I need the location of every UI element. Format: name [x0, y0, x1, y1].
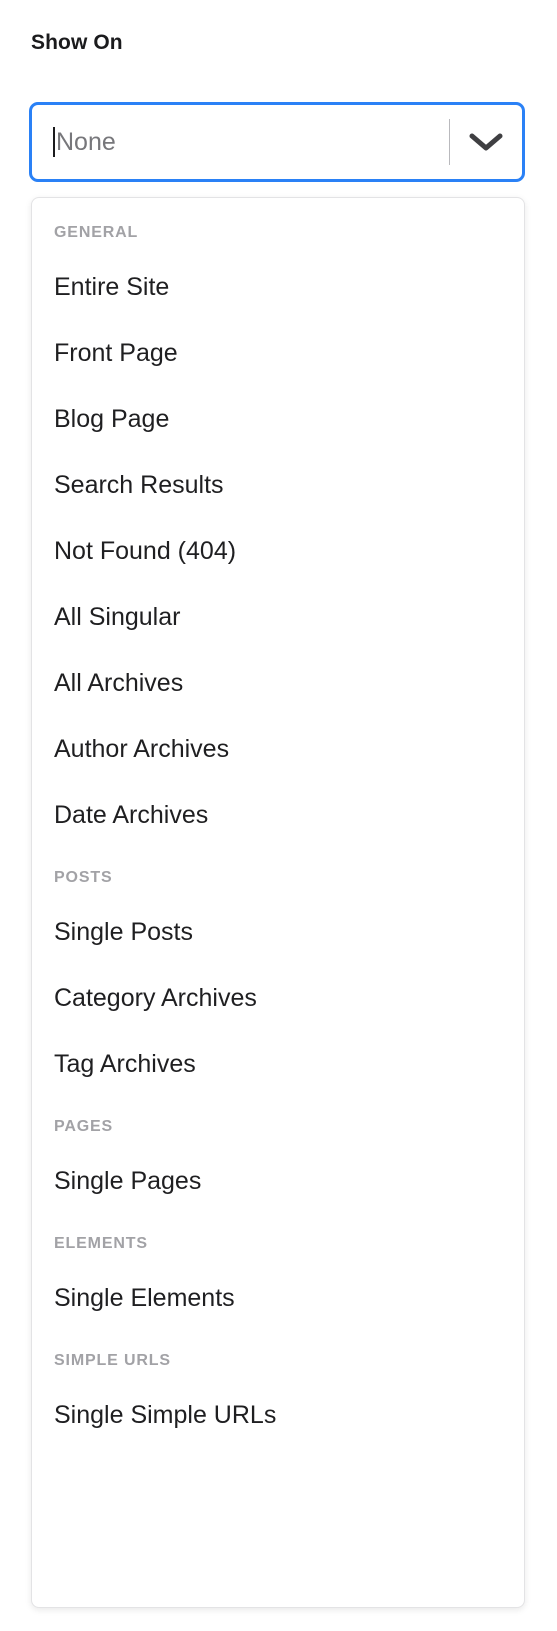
option-search-results[interactable]: Search Results: [32, 465, 524, 505]
group-body-posts: Single Posts Category Archives Tag Archi…: [32, 912, 524, 1084]
option-author-archives[interactable]: Author Archives: [32, 729, 524, 769]
group-header-pages: PAGES: [54, 1118, 114, 1135]
option-not-found-404[interactable]: Not Found (404): [32, 531, 524, 571]
group-body-elements: Single Elements: [32, 1278, 524, 1318]
show-on-select[interactable]: None: [29, 102, 525, 182]
group-header-general: GENERAL: [54, 224, 139, 241]
option-all-singular[interactable]: All Singular: [32, 597, 524, 637]
group-body-simple-urls: Single Simple URLs: [32, 1395, 524, 1435]
group-body-pages: Single Pages: [32, 1161, 524, 1201]
text-caret: [53, 127, 55, 157]
page-title: Show On: [31, 31, 123, 54]
dropdown-option-list: GENERAL Entire Site Front Page Blog Page…: [32, 222, 524, 1435]
group-header-posts: POSTS: [54, 869, 113, 886]
show-on-select-input[interactable]: None: [32, 105, 449, 179]
chevron-down-icon: [469, 132, 503, 152]
option-single-elements[interactable]: Single Elements: [32, 1278, 524, 1318]
option-blog-page[interactable]: Blog Page: [32, 399, 524, 439]
group-header-simple-urls: SIMPLE URLS: [54, 1352, 171, 1369]
option-tag-archives[interactable]: Tag Archives: [32, 1044, 524, 1084]
option-single-pages[interactable]: Single Pages: [32, 1161, 524, 1201]
show-on-select-placeholder: None: [56, 128, 116, 156]
option-entire-site[interactable]: Entire Site: [32, 267, 524, 307]
option-all-archives[interactable]: All Archives: [32, 663, 524, 703]
option-single-simple-urls[interactable]: Single Simple URLs: [32, 1395, 524, 1435]
show-on-dropdown-panel[interactable]: GENERAL Entire Site Front Page Blog Page…: [31, 197, 525, 1608]
group-header-elements: ELEMENTS: [54, 1235, 148, 1252]
option-single-posts[interactable]: Single Posts: [32, 912, 524, 952]
option-date-archives[interactable]: Date Archives: [32, 795, 524, 835]
option-category-archives[interactable]: Category Archives: [32, 978, 524, 1018]
chevron-down-button[interactable]: [450, 105, 522, 179]
group-body-general: Entire Site Front Page Blog Page Search …: [32, 267, 524, 835]
option-front-page[interactable]: Front Page: [32, 333, 524, 373]
